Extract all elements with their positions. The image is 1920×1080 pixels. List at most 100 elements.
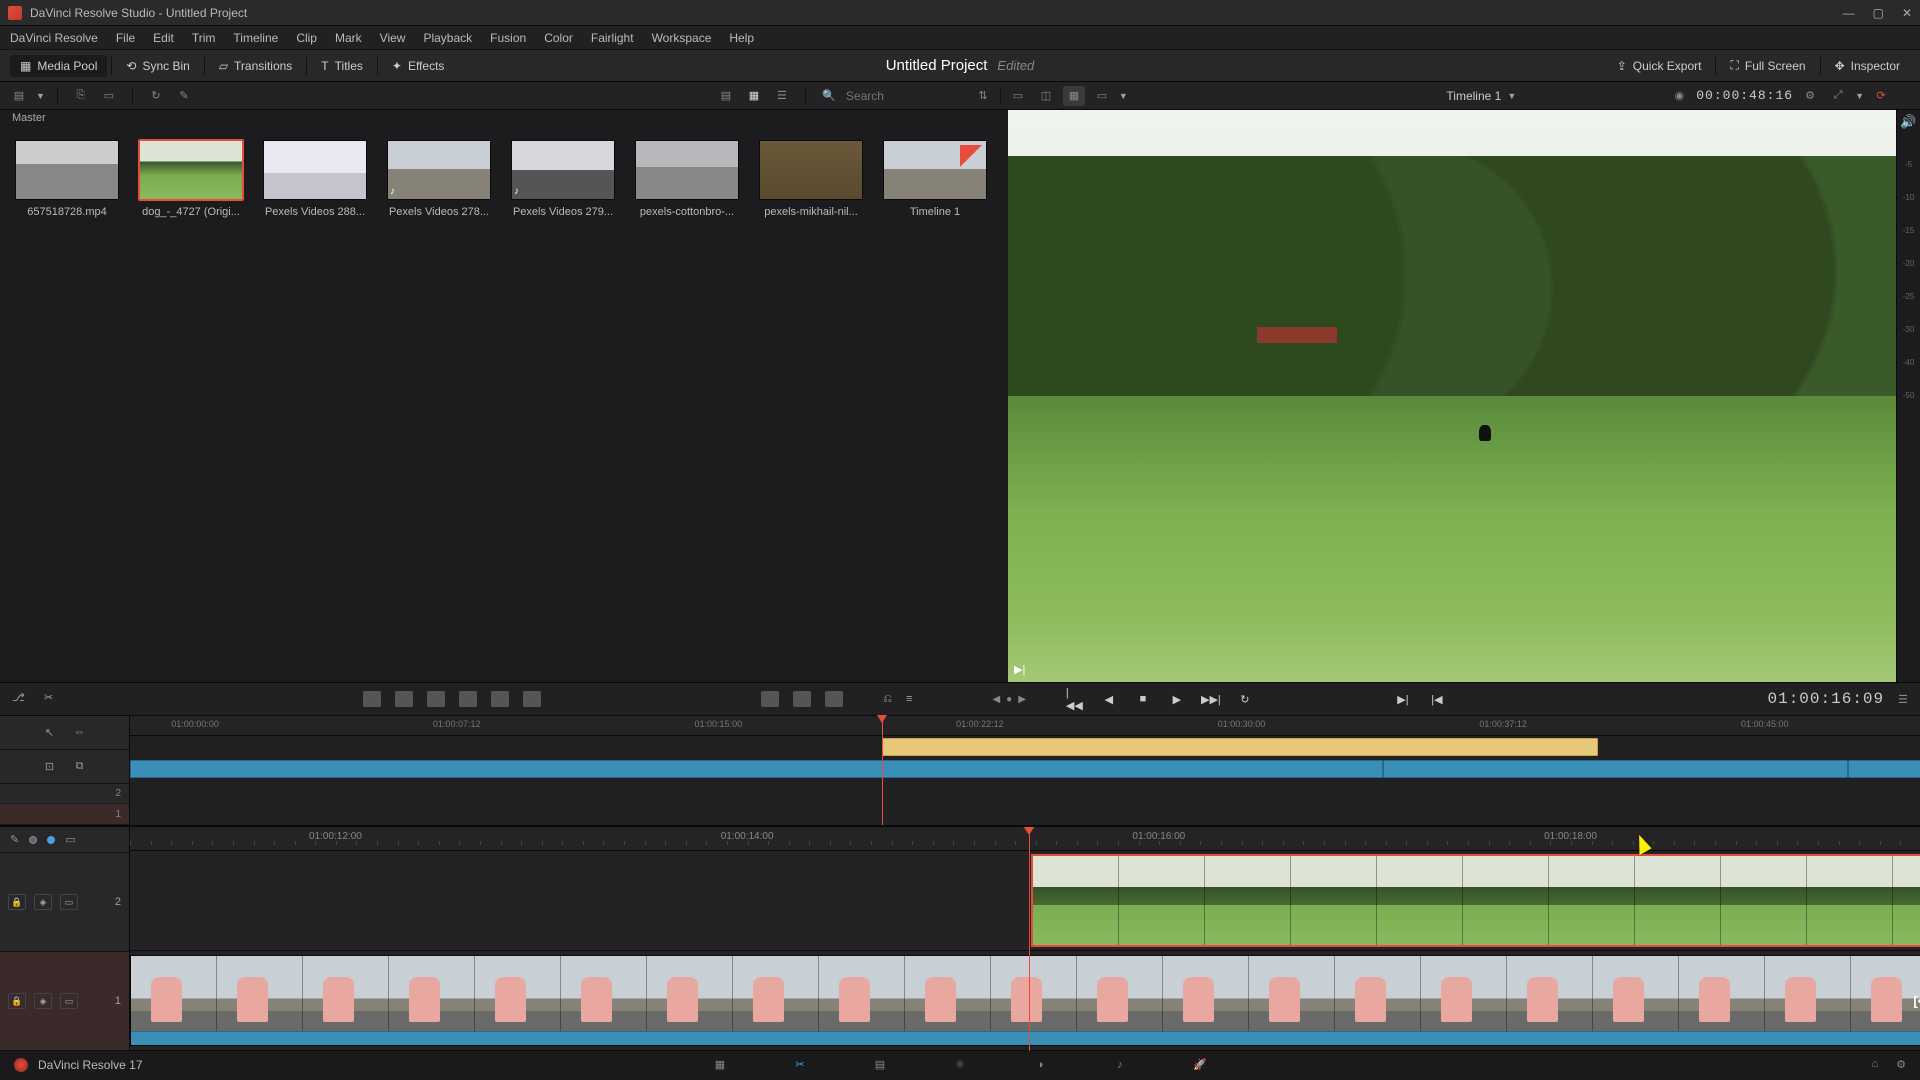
new-bin-icon[interactable]: ▭ <box>98 86 120 106</box>
detail-timeline-canvas[interactable]: 01:00:12:0001:00:14:0001:00:16:0001:00:1… <box>130 827 1920 1051</box>
sort-icon[interactable]: ⇅ <box>972 86 994 106</box>
auto-select-icon[interactable]: ◈ <box>34 894 52 910</box>
mini-track-2-label[interactable]: 2 <box>0 784 129 805</box>
track-header-v2[interactable]: 🔒 ◈ ▭ 2 <box>0 853 129 952</box>
mini-timeline-canvas[interactable]: 01:00:00:0001:00:07:1201:00:15:0001:00:2… <box>130 716 1920 825</box>
menu-help[interactable]: Help <box>729 31 754 45</box>
options-icon[interactable]: ☰ <box>1898 693 1908 706</box>
fairlight-page-icon[interactable]: ♪ <box>1110 1056 1130 1074</box>
clip-thumbnail[interactable]: pexels-cottonbro-... <box>632 140 742 218</box>
mini-track-1-label[interactable]: 1 <box>0 804 129 825</box>
timeline-tools-icon[interactable]: ⎇ <box>12 691 30 707</box>
breadcrumb[interactable]: Master <box>0 110 1008 132</box>
mini-clip[interactable] <box>1383 760 1848 778</box>
menu-playback[interactable]: Playback <box>423 31 472 45</box>
mixer-toggle-icon[interactable]: ≡ <box>906 693 912 706</box>
menu-mark[interactable]: Mark <box>335 31 362 45</box>
mini-track-2[interactable] <box>130 736 1920 758</box>
menu-trim[interactable]: Trim <box>192 31 216 45</box>
clip-thumbnail[interactable]: ♪Pexels Videos 279... <box>508 140 618 218</box>
lock-icon[interactable]: 🔒 <box>8 993 26 1009</box>
track-view-icon[interactable]: ▭ <box>65 833 75 846</box>
chevron-down-icon[interactable]: ▼ <box>1855 91 1864 101</box>
prev-frame-button[interactable]: ◀ <box>1100 690 1118 708</box>
clip-thumbnail[interactable]: ♪Pexels Videos 278... <box>384 140 494 218</box>
expand-icon[interactable]: ⤢ <box>1827 86 1849 106</box>
insert-icon[interactable] <box>363 691 381 707</box>
gear-icon[interactable]: ⚙ <box>1799 86 1821 106</box>
dual-viewer-icon[interactable]: ◫ <box>1035 86 1057 106</box>
program-viewer[interactable]: ▶| <box>1008 110 1896 682</box>
auto-track-icon[interactable] <box>47 836 55 844</box>
menu-clip[interactable]: Clip <box>296 31 317 45</box>
mini-clip[interactable] <box>882 738 1598 756</box>
timeline-name[interactable]: Timeline 1 <box>1446 89 1501 103</box>
project-settings-icon[interactable]: ⚙ <box>1896 1058 1906 1071</box>
cut-page-icon[interactable]: ✂ <box>790 1056 810 1074</box>
effects-toggle-icon[interactable]: ⎌ <box>883 693 892 706</box>
clip-thumbnail[interactable]: 657518728.mp4 <box>12 140 122 218</box>
jump-end-icon[interactable]: ▶| <box>1014 663 1025 676</box>
trim-tool-icon[interactable]: ⇔ <box>72 724 88 740</box>
replace-icon[interactable] <box>427 691 445 707</box>
list-view-icon[interactable]: ☰ <box>771 86 793 106</box>
link-icon[interactable]: ⧉ <box>72 758 88 774</box>
chevron-down-icon[interactable]: ▼ <box>1507 91 1516 101</box>
bypass-icon[interactable]: ⟳ <box>1870 86 1892 106</box>
fit-to-fill-icon[interactable] <box>459 691 477 707</box>
menu-fairlight[interactable]: Fairlight <box>591 31 634 45</box>
fusion-page-icon[interactable]: ⚛ <box>950 1056 970 1074</box>
auto-select-icon[interactable]: ◈ <box>34 993 52 1009</box>
overwrite-icon[interactable] <box>395 691 413 707</box>
full-screen-button[interactable]: ⛶Full Screen <box>1720 54 1815 77</box>
sync-bin-button[interactable]: ⟲Sync Bin <box>116 55 199 77</box>
go-start-button[interactable]: |◀◀ <box>1066 690 1084 708</box>
menu-view[interactable]: View <box>380 31 406 45</box>
bin-list-icon[interactable]: ▤ <box>8 86 30 106</box>
chevron-down-icon[interactable]: ▼ <box>1119 91 1128 101</box>
lock-icon[interactable]: 🔒 <box>8 894 26 910</box>
search-input[interactable] <box>846 89 966 103</box>
tool-icon[interactable]: ✎ <box>173 86 195 106</box>
viewer-options-icon[interactable]: ▭ <box>1091 86 1113 106</box>
speaker-icon[interactable]: 🔊 <box>1900 114 1916 130</box>
minimize-button[interactable]: — <box>1843 6 1855 20</box>
effects-button[interactable]: ✦Effects <box>382 55 455 77</box>
next-frame-button[interactable]: ▶▶| <box>1202 690 1220 708</box>
menu-davinci[interactable]: DaVinci Resolve <box>10 31 98 45</box>
thumbnail-view-icon[interactable]: ▦ <box>743 86 765 106</box>
single-viewer-icon[interactable]: ▭ <box>1007 86 1029 106</box>
menu-file[interactable]: File <box>116 31 135 45</box>
clip-thumbnail[interactable]: pexels-mikhail-nil... <box>756 140 866 218</box>
edit-page-icon[interactable]: ▤ <box>870 1056 890 1074</box>
match-frame-icon[interactable]: ◉ <box>1668 86 1690 106</box>
edit-index-icon[interactable]: ✎ <box>10 833 19 846</box>
media-pool-button[interactable]: ▦Media Pool <box>10 55 107 77</box>
menu-color[interactable]: Color <box>544 31 573 45</box>
selection-tool-icon[interactable]: ↖ <box>42 724 58 740</box>
mini-ruler[interactable]: 01:00:00:0001:00:07:1201:00:15:0001:00:2… <box>130 716 1920 736</box>
tool-c-icon[interactable] <box>825 691 843 707</box>
viewer-mode-icon[interactable]: ▦ <box>1063 86 1085 106</box>
chevron-down-icon[interactable]: ▼ <box>36 91 45 101</box>
timeline-clip[interactable]: [•] <box>130 955 1920 1046</box>
next-edit-icon[interactable]: ▶ <box>1018 694 1026 705</box>
maximize-button[interactable]: ▢ <box>1873 6 1884 20</box>
search-icon[interactable]: 🔍 <box>818 86 840 106</box>
go-out-button[interactable]: |◀ <box>1428 690 1446 708</box>
sync-lock-icon[interactable] <box>29 836 37 844</box>
track-enable-icon[interactable]: ▭ <box>60 993 78 1009</box>
deliver-page-icon[interactable]: 🚀 <box>1190 1056 1210 1074</box>
menu-workspace[interactable]: Workspace <box>652 31 712 45</box>
color-page-icon[interactable]: ◑ <box>1030 1056 1050 1074</box>
titles-button[interactable]: TTitles <box>311 55 373 77</box>
track-header-v1[interactable]: 🔒 ◈ ▭ 1 <box>0 952 129 1051</box>
mini-clip[interactable] <box>1848 760 1920 778</box>
import-icon[interactable]: ⎘ <box>70 86 92 106</box>
place-on-top-icon[interactable] <box>491 691 509 707</box>
tool-a-icon[interactable] <box>761 691 779 707</box>
go-in-button[interactable]: ▶| <box>1394 690 1412 708</box>
track-enable-icon[interactable]: ▭ <box>60 894 78 910</box>
mini-clip[interactable] <box>130 760 1383 778</box>
video-track-2[interactable]: [•] <box>130 851 1920 951</box>
